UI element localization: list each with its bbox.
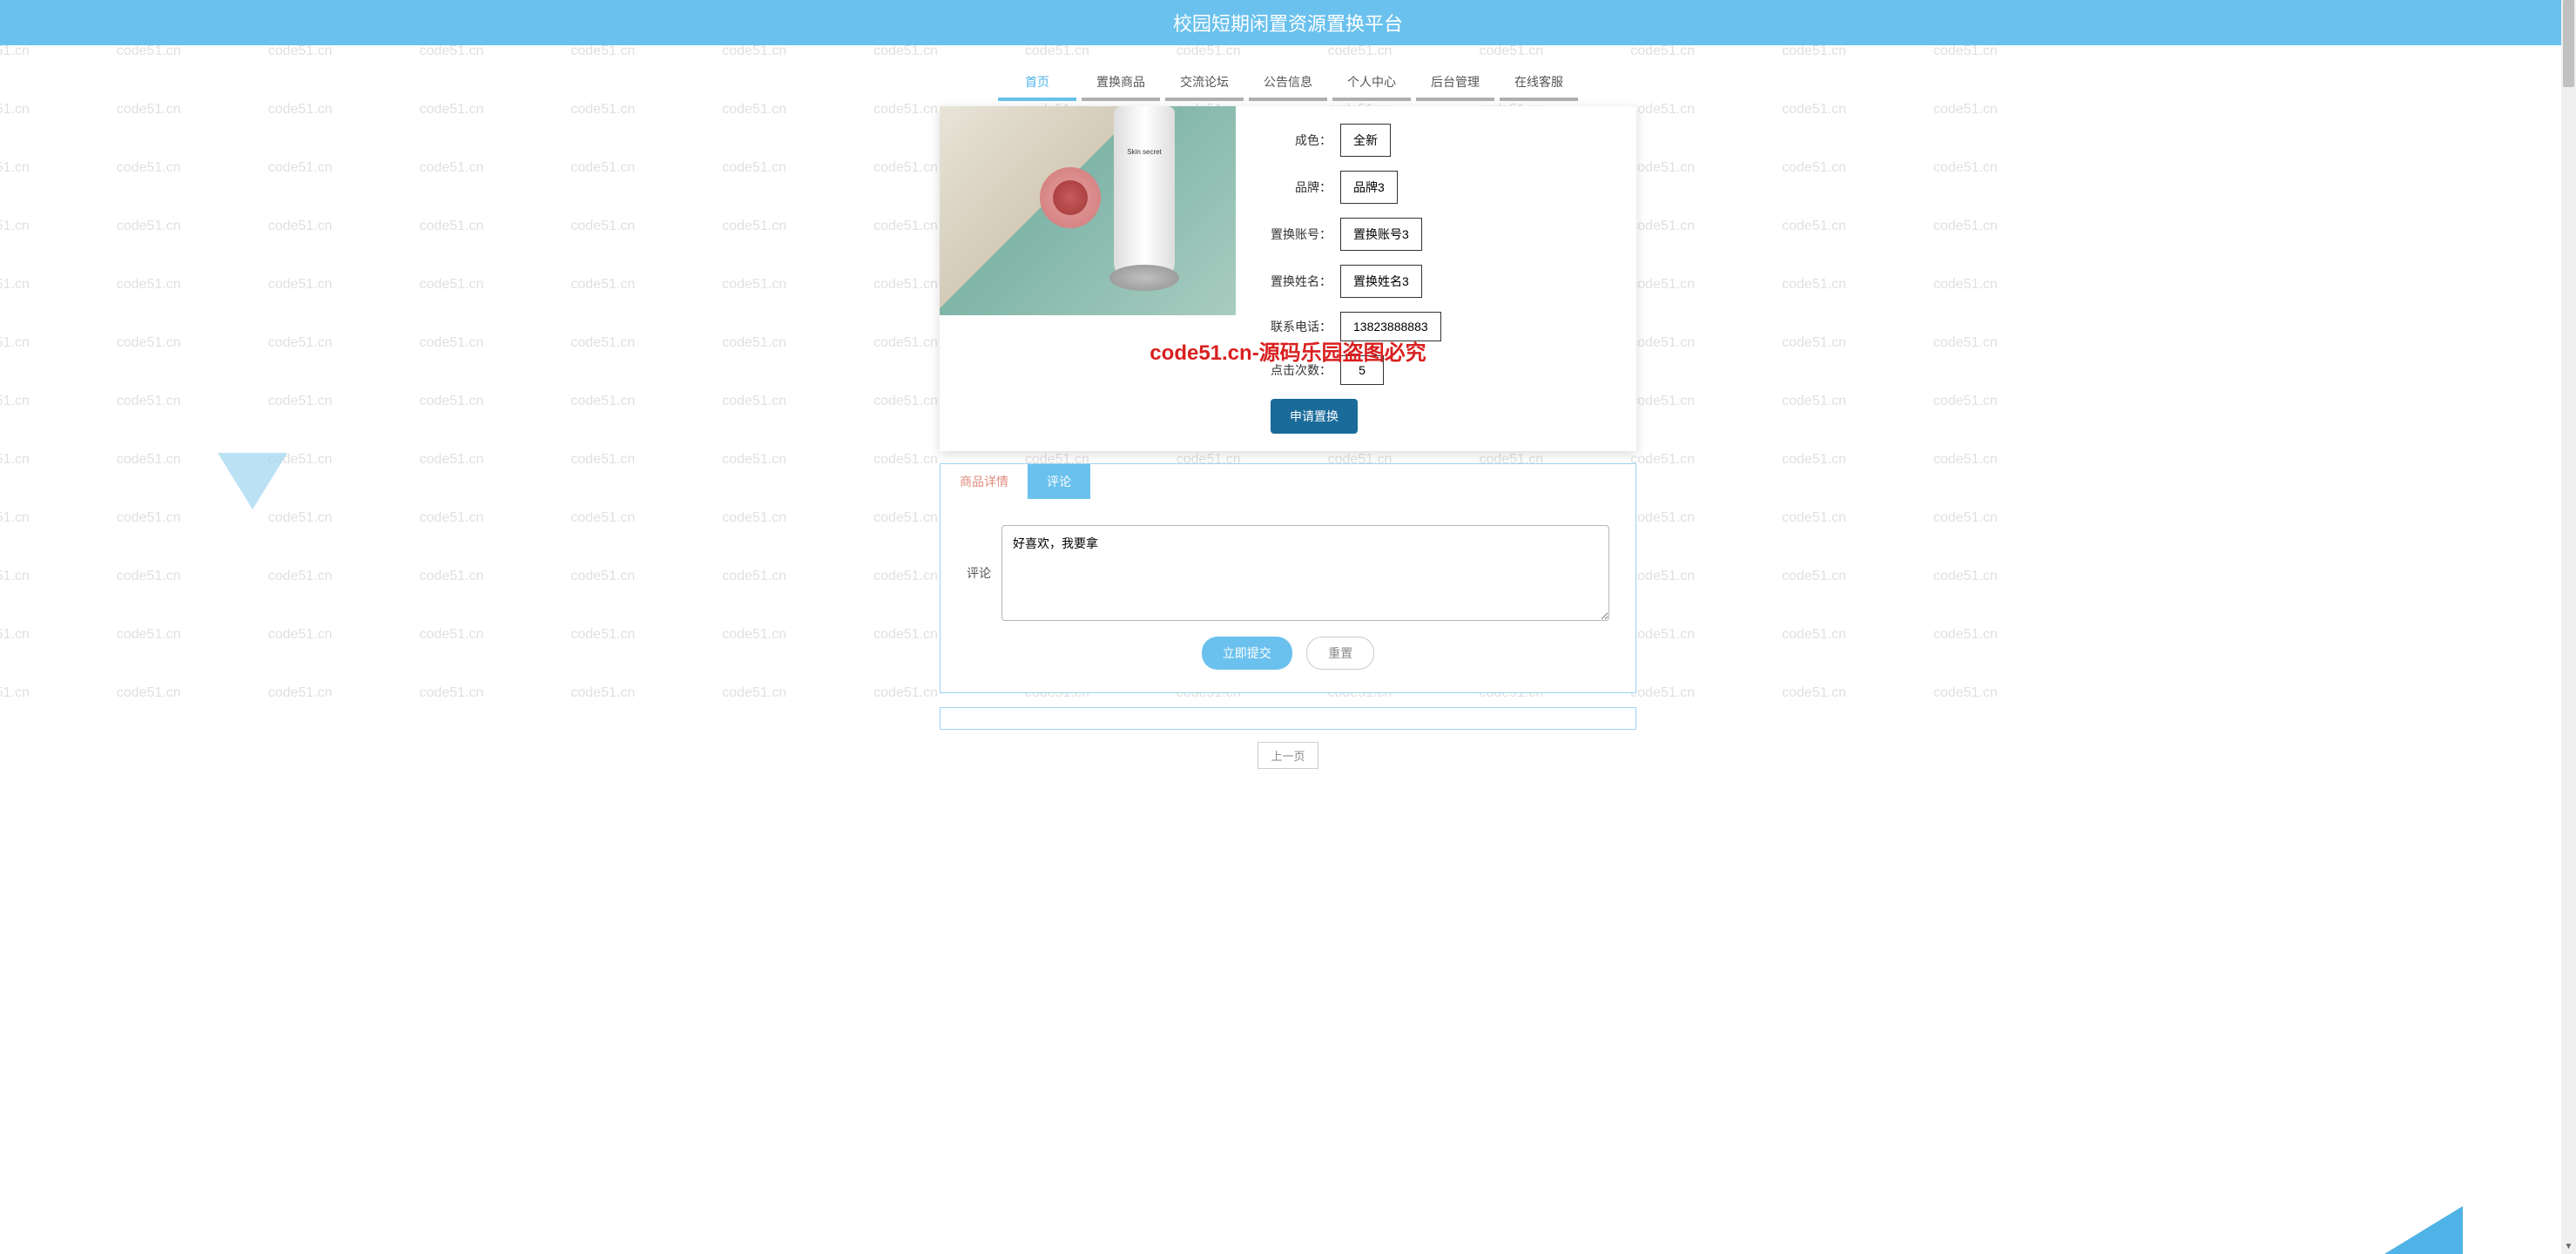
brand-label: 品牌：	[1262, 179, 1332, 196]
scrollbar-vertical[interactable]: ▲ ▼	[2561, 0, 2576, 1254]
pager: 上一页	[940, 742, 1636, 769]
nav-products[interactable]: 置换商品	[1082, 66, 1160, 101]
product-details: 成色： 全新 品牌： 品牌3 置换账号： 置换账号3 置换姓名： 置换姓名3 联…	[1236, 106, 1636, 451]
page-header: 校园短期闲置资源置换平台	[0, 0, 2576, 45]
tab-detail[interactable]: 商品详情	[941, 464, 1028, 499]
account-label: 置换账号：	[1262, 226, 1332, 243]
reset-button[interactable]: 重置	[1306, 637, 1374, 670]
nav-profile[interactable]: 个人中心	[1332, 66, 1411, 101]
decorative-triangle-right	[2384, 1206, 2463, 1254]
condition-value: 全新	[1340, 124, 1391, 157]
nav-forum[interactable]: 交流论坛	[1165, 66, 1244, 101]
decorative-triangle-left	[218, 453, 287, 509]
phone-label: 联系电话：	[1262, 318, 1332, 335]
account-value: 置换账号3	[1340, 218, 1422, 251]
tabs-header: 商品详情 评论	[941, 464, 1635, 499]
apply-exchange-button[interactable]: 申请置换	[1271, 399, 1358, 434]
submit-button[interactable]: 立即提交	[1202, 637, 1292, 670]
nav-admin[interactable]: 后台管理	[1416, 66, 1494, 101]
brand-value: 品牌3	[1340, 171, 1398, 204]
nav-notice[interactable]: 公告信息	[1249, 66, 1327, 101]
main-nav: 首页 置换商品 交流论坛 公告信息 个人中心 后台管理 在线客服	[0, 66, 2576, 101]
empty-list-card	[940, 707, 1636, 730]
comment-label: 评论	[967, 564, 1001, 582]
phone-value: 13823888883	[1340, 312, 1441, 341]
scrollbar-thumb[interactable]	[2563, 0, 2574, 87]
product-image	[940, 106, 1236, 315]
nav-support[interactable]: 在线客服	[1500, 66, 1578, 101]
name-value: 置换姓名3	[1340, 265, 1422, 298]
tab-comment[interactable]: 评论	[1028, 464, 1090, 499]
clicks-label: 点击次数：	[1262, 361, 1332, 379]
tabs-card: 商品详情 评论 评论 立即提交 重置	[940, 463, 1636, 693]
page-title: 校园短期闲置资源置换平台	[1173, 13, 1403, 35]
condition-label: 成色：	[1262, 131, 1332, 149]
scroll-down-icon[interactable]: ▼	[2561, 1239, 2576, 1254]
name-label: 置换姓名：	[1262, 273, 1332, 290]
nav-home[interactable]: 首页	[998, 66, 1076, 101]
comment-input[interactable]	[1001, 525, 1609, 621]
clicks-value: 5	[1340, 355, 1384, 385]
prev-page-button[interactable]: 上一页	[1258, 742, 1318, 769]
product-card: 成色： 全新 品牌： 品牌3 置换账号： 置换账号3 置换姓名： 置换姓名3 联…	[940, 106, 1636, 451]
